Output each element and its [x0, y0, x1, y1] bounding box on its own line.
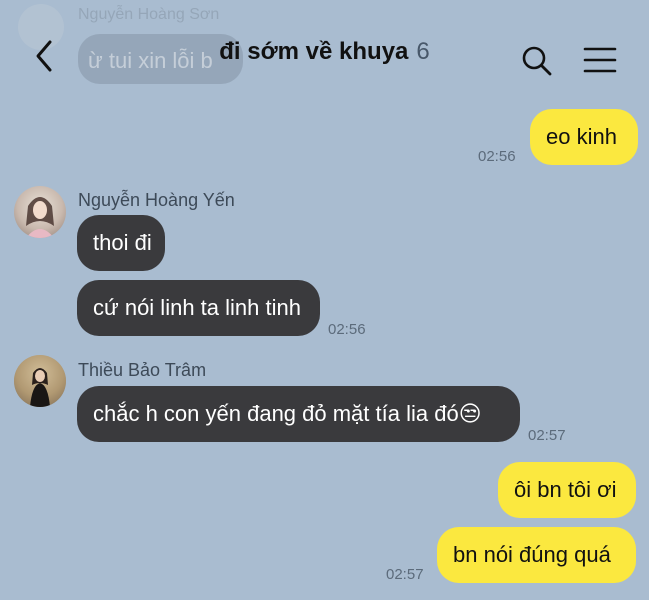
my-message-bubble[interactable]: ôi bn tôi ơi [498, 462, 636, 518]
message-text: bn nói đúng quá [453, 542, 611, 567]
message-time: 02:56 [328, 321, 366, 338]
message-time: 02:56 [478, 148, 516, 165]
message-time: 02:57 [528, 427, 566, 444]
hamburger-menu-icon[interactable] [582, 44, 618, 76]
message-text: eo kinh [546, 124, 617, 149]
avatar[interactable] [14, 186, 66, 238]
message-text: chắc h con yến đang đỏ mặt tía lia đó😒 [93, 401, 482, 426]
message-text: cứ nói linh ta linh tinh [93, 295, 301, 320]
member-count: 6 [416, 38, 430, 65]
chat-name: đi sớm về khuya [219, 38, 409, 65]
my-message-bubble[interactable]: eo kinh [530, 109, 638, 165]
sender-name: Thiều Bảo Trâm [78, 360, 207, 380]
avatar-photo [26, 197, 54, 238]
search-icon[interactable] [520, 44, 554, 78]
their-message-bubble[interactable]: chắc h con yến đang đỏ mặt tía lia đó😒 [77, 386, 520, 442]
their-message-bubble[interactable]: thoi đi [77, 215, 165, 271]
message-time: 02:57 [386, 566, 424, 583]
sender-name: Nguyễn Hoàng Sơn [78, 6, 220, 23]
avatar[interactable] [14, 355, 66, 407]
my-message-bubble[interactable]: bn nói đúng quá [437, 527, 636, 583]
message-text: ôi bn tôi ơi [514, 477, 617, 502]
sender-name: Nguyễn Hoàng Yến [78, 190, 235, 210]
avatar-photo [14, 355, 66, 407]
their-message-bubble[interactable]: cứ nói linh ta linh tinh [77, 280, 320, 336]
message-text: thoi đi [93, 230, 152, 255]
